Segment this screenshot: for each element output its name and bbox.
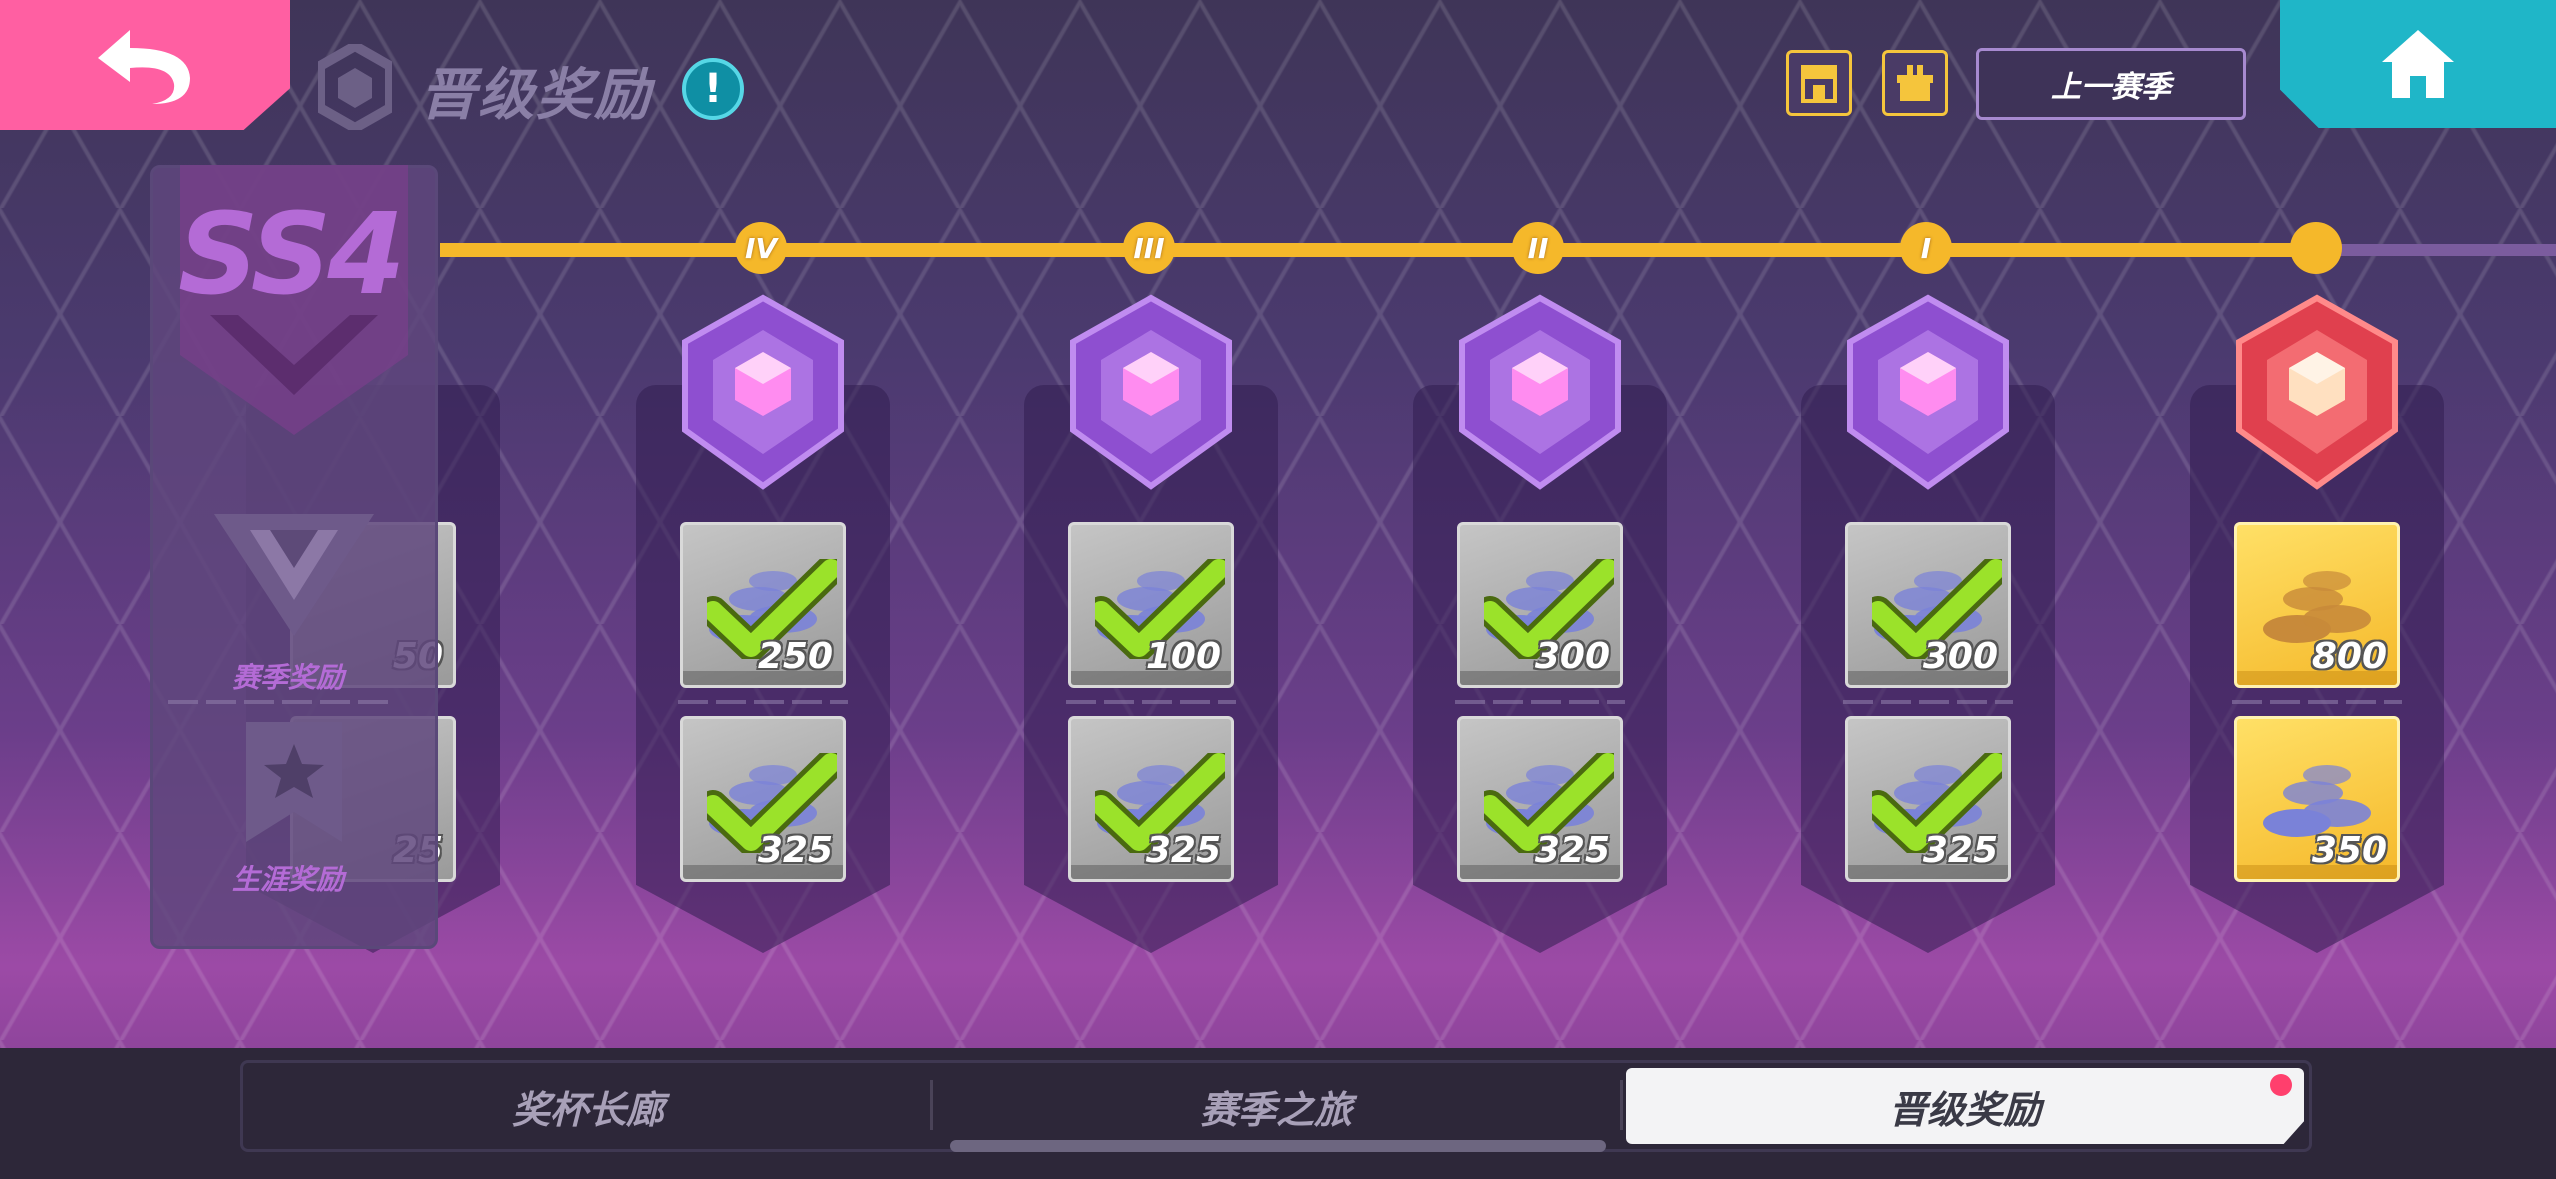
previous-season-button[interactable]: 上一赛季 — [1976, 48, 2246, 120]
tile-strip — [683, 671, 843, 685]
career-reward-label: 生涯奖励 — [232, 863, 345, 896]
season-reward-tile[interactable]: 800 — [2234, 522, 2400, 688]
shop-button[interactable] — [1786, 50, 1852, 116]
game-logo-icon — [318, 44, 392, 130]
tile-strip — [2237, 865, 2397, 879]
home-button[interactable] — [2280, 0, 2556, 128]
row-divider — [678, 700, 848, 704]
gift-button[interactable] — [1882, 50, 1948, 116]
progress-track-remaining — [2318, 244, 2556, 256]
tile-strip — [2237, 671, 2397, 685]
info-button[interactable]: ! — [682, 58, 744, 120]
shop-icon — [1801, 65, 1837, 103]
home-icon — [2382, 30, 2454, 98]
season-reward-tile[interactable]: 300 — [1845, 522, 2011, 688]
season-reward-tile[interactable]: 250 — [680, 522, 846, 688]
scroll-indicator[interactable] — [950, 1140, 1606, 1152]
tab-trophy-gallery[interactable]: 奖杯长廊 — [246, 1068, 930, 1144]
row-divider — [1066, 700, 1236, 704]
tile-strip — [1071, 671, 1231, 685]
tile-strip — [1848, 865, 2008, 879]
season-reward-icon — [214, 514, 374, 636]
tile-strip — [1071, 865, 1231, 879]
row-divider — [2232, 700, 2402, 704]
divider — [168, 700, 396, 704]
tab-divider — [930, 1080, 933, 1130]
season-reward-tile[interactable]: 100 — [1068, 522, 1234, 688]
season-label: SS4 — [178, 190, 405, 320]
progress-track — [440, 243, 2320, 257]
row-divider — [1843, 700, 2013, 704]
career-reward-tile[interactable]: 325 — [1457, 716, 1623, 882]
notification-dot — [2270, 1074, 2292, 1096]
career-reward-tile[interactable]: 325 — [680, 716, 846, 882]
page-title: 晋级奖励 — [420, 63, 652, 128]
season-reward-label: 赛季奖励 — [232, 661, 345, 694]
back-arrow-icon — [98, 30, 190, 104]
rank-node-iii: III — [1123, 222, 1175, 274]
tab-divider — [1620, 1080, 1623, 1130]
purple-rank-badge-icon — [1459, 294, 1621, 490]
purple-rank-badge-icon — [682, 294, 844, 490]
purple-rank-badge-icon — [1847, 294, 2009, 490]
tile-strip — [683, 865, 843, 879]
rank-node-ii: II — [1512, 222, 1564, 274]
tile-strip — [1848, 671, 2008, 685]
tab-promotion-rewards[interactable]: 晋级奖励 — [1626, 1068, 2304, 1144]
tile-strip — [1460, 865, 1620, 879]
back-button[interactable] — [0, 0, 290, 130]
season-reward-tile[interactable]: 300 — [1457, 522, 1623, 688]
red-rank-badge-icon — [2236, 294, 2398, 490]
rank-node-iv: IV — [735, 222, 787, 274]
career-reward-tile[interactable]: 350 — [2234, 716, 2400, 882]
row-divider — [1455, 700, 1625, 704]
current-progress-node — [2290, 222, 2342, 274]
career-reward-icon — [246, 722, 342, 842]
purple-rank-badge-icon — [1070, 294, 1232, 490]
career-reward-tile[interactable]: 325 — [1845, 716, 2011, 882]
tile-strip — [1460, 671, 1620, 685]
career-reward-tile[interactable]: 325 — [1068, 716, 1234, 882]
gift-box-icon — [1897, 65, 1933, 101]
rank-node-i: I — [1900, 222, 1952, 274]
tab-season-journey[interactable]: 赛季之旅 — [934, 1068, 1618, 1144]
